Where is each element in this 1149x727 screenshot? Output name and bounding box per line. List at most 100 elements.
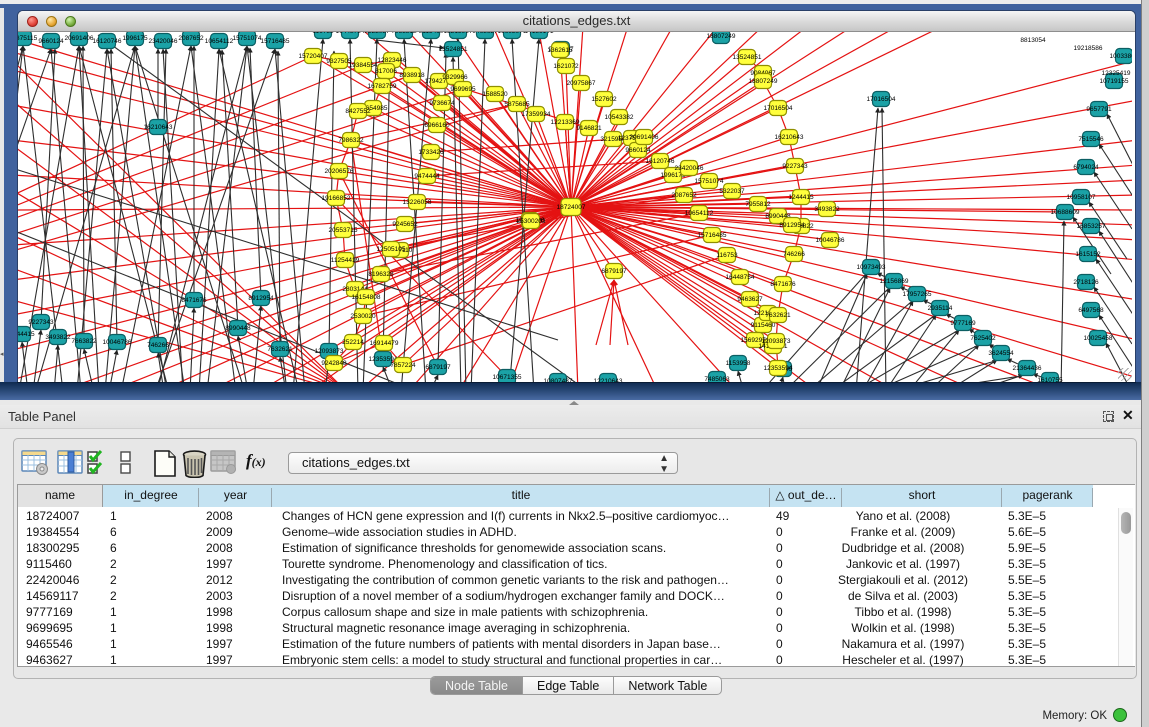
svg-text:5322037: 5322037 [719, 188, 745, 195]
svg-text:10025458: 10025458 [1084, 335, 1113, 342]
svg-text:10958107: 10958107 [1067, 194, 1096, 201]
svg-text:15751074: 15751074 [233, 35, 262, 42]
svg-text:9463627: 9463627 [472, 32, 498, 35]
svg-text:6879197: 6879197 [425, 364, 451, 371]
svg-text:20206576: 20206576 [325, 168, 354, 175]
svg-text:7955812: 7955812 [391, 32, 417, 35]
svg-text:12213967: 12213967 [444, 32, 473, 35]
svg-text:12156869: 12156869 [880, 278, 909, 285]
svg-text:10033809: 10033809 [1110, 53, 1132, 60]
svg-text:7632621: 7632621 [267, 346, 293, 353]
svg-text:1996175: 1996175 [122, 35, 148, 42]
svg-text:19166852: 19166852 [322, 195, 351, 202]
svg-text:7857224: 7857224 [390, 362, 416, 369]
svg-text:6794024: 6794024 [1073, 164, 1099, 171]
svg-text:2087652: 2087652 [178, 35, 204, 42]
svg-text:3493822: 3493822 [814, 206, 840, 213]
svg-text:15720407: 15720407 [299, 53, 328, 60]
svg-text:16448754: 16448754 [336, 32, 365, 35]
svg-text:17359934: 17359934 [522, 111, 551, 118]
svg-text:9242848: 9242848 [321, 360, 347, 367]
svg-text:746266: 746266 [147, 342, 169, 349]
svg-text:1733426: 1733426 [418, 149, 444, 156]
svg-text:1362615: 1362615 [547, 47, 573, 54]
svg-text:23420046: 23420046 [675, 165, 704, 172]
svg-text:8427552: 8427552 [345, 108, 371, 115]
svg-text:2935114: 2935114 [928, 305, 953, 312]
svg-text:12210643: 12210643 [594, 378, 623, 382]
svg-text:10654112: 10654112 [205, 38, 234, 45]
svg-text:12093873: 12093873 [762, 338, 791, 345]
svg-text:1615152: 1615152 [1075, 251, 1101, 258]
svg-text:9227343: 9227343 [782, 163, 808, 170]
svg-text:17016504: 17016504 [867, 96, 896, 103]
svg-text:10973493: 10973493 [857, 264, 886, 271]
svg-text:9115460: 9115460 [751, 322, 776, 329]
svg-text:8196328: 8196328 [368, 271, 394, 278]
svg-text:1621072: 1621072 [553, 63, 579, 70]
svg-text:7663822: 7663822 [71, 338, 97, 345]
svg-text:16120746: 16120746 [646, 158, 675, 165]
svg-text:10046786: 10046786 [816, 237, 845, 244]
svg-text:16154808: 16154808 [352, 294, 381, 301]
svg-text:13226058: 13226058 [403, 199, 432, 206]
svg-text:20553715: 20553715 [329, 227, 358, 234]
svg-text:10719155: 10719155 [1100, 78, 1129, 85]
svg-text:8938918: 8938918 [399, 72, 425, 79]
svg-text:13524851: 13524851 [733, 54, 762, 61]
svg-text:9474444: 9474444 [414, 173, 440, 180]
svg-text:9146821: 9146821 [576, 125, 602, 132]
svg-text:15692971: 15692971 [498, 32, 527, 35]
svg-text:16853257: 16853257 [1077, 223, 1106, 230]
svg-text:1610755: 1610755 [1037, 377, 1063, 382]
svg-text:1153958: 1153958 [726, 360, 751, 367]
svg-text:8471676: 8471676 [181, 297, 207, 304]
svg-text:9657791: 9657791 [1086, 106, 1112, 113]
svg-text:20975867: 20975867 [567, 80, 596, 87]
svg-text:17016504: 17016504 [764, 105, 793, 112]
svg-text:18807249: 18807249 [707, 33, 736, 40]
svg-text:25300203: 25300203 [517, 218, 546, 225]
svg-text:16448754: 16448754 [726, 274, 755, 281]
svg-text:20691406: 20691406 [630, 134, 659, 141]
svg-text:8912954: 8912954 [779, 222, 805, 229]
svg-text:116753: 116753 [716, 252, 738, 259]
svg-text:2087652: 2087652 [671, 192, 697, 199]
svg-text:10688609: 10688609 [1051, 209, 1080, 216]
svg-text:7986322: 7986322 [338, 137, 364, 144]
svg-text:10807487: 10807487 [544, 378, 573, 382]
svg-text:5875685: 5875685 [504, 101, 530, 108]
svg-text:16914479: 16914479 [370, 340, 399, 347]
svg-text:252214: 252214 [342, 339, 364, 346]
svg-text:7955812: 7955812 [745, 201, 771, 208]
svg-text:6966160: 6966160 [424, 122, 450, 129]
svg-text:16210643: 16210643 [144, 124, 173, 131]
svg-text:8912954: 8912954 [248, 295, 274, 302]
svg-text:12375115: 12375115 [18, 35, 38, 42]
svg-text:6497568: 6497568 [1078, 307, 1104, 314]
svg-text:8471676: 8471676 [770, 281, 796, 288]
svg-text:2718126: 2718126 [1073, 279, 1099, 286]
svg-text:11254419: 11254419 [331, 257, 360, 264]
svg-text:14136141: 14136141 [525, 32, 554, 35]
svg-text:12353594: 12353594 [764, 365, 793, 372]
svg-text:12325419: 12325419 [1102, 70, 1131, 77]
svg-text:3493822: 3493822 [45, 334, 71, 341]
svg-text:817006: 817006 [375, 68, 397, 75]
svg-text:15716485: 15716485 [698, 232, 727, 239]
svg-text:9115460: 9115460 [419, 32, 444, 35]
svg-text:16210643: 16210643 [775, 134, 804, 141]
svg-text:15716485: 15716485 [261, 38, 290, 45]
svg-text:7515546: 7515546 [1078, 136, 1104, 143]
svg-text:16120746: 16120746 [93, 38, 122, 45]
svg-text:7625402: 7625402 [970, 335, 996, 342]
svg-text:9660124: 9660124 [38, 38, 64, 45]
svg-text:15751074: 15751074 [695, 178, 724, 185]
svg-text:9777169: 9777169 [950, 320, 976, 327]
svg-text:6879197: 6879197 [601, 268, 627, 275]
svg-text:10671355: 10671355 [493, 374, 522, 381]
svg-text:1588520: 1588520 [482, 91, 508, 98]
svg-text:10046786: 10046786 [103, 339, 132, 346]
svg-text:20691406: 20691406 [65, 35, 94, 42]
svg-text:23420046: 23420046 [149, 38, 178, 45]
